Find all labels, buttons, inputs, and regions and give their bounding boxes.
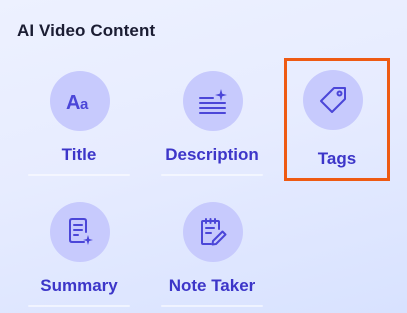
document-sparkle-icon [50,202,110,262]
tool-card-tags[interactable]: Tags [284,58,390,181]
tool-card-description[interactable]: Description [153,59,271,177]
tag-icon [303,70,363,130]
tool-card-label: Note Taker [168,276,256,295]
card-divider [161,305,263,307]
svg-text:A: A [66,92,80,114]
tool-card-label: Tags [317,149,357,168]
tool-card-summary[interactable]: Summary [20,190,138,308]
tool-card-label: Description [165,145,259,164]
card-divider [161,174,263,176]
tool-card-note-taker[interactable]: Note Taker [153,190,271,308]
svg-text:a: a [80,96,89,113]
notepad-pen-icon [183,202,243,262]
text-lines-sparkle-icon [183,71,243,131]
tool-card-title[interactable]: A a Title [20,59,138,177]
section-title: AI Video Content [17,21,156,40]
tool-card-label: Summary [40,276,118,295]
font-size-icon: A a [50,71,110,131]
tool-card-label: Title [61,145,97,164]
card-divider [28,174,130,176]
ai-video-content-panel: AI Video Content A a Title Description T… [0,0,407,313]
card-divider [28,305,130,307]
